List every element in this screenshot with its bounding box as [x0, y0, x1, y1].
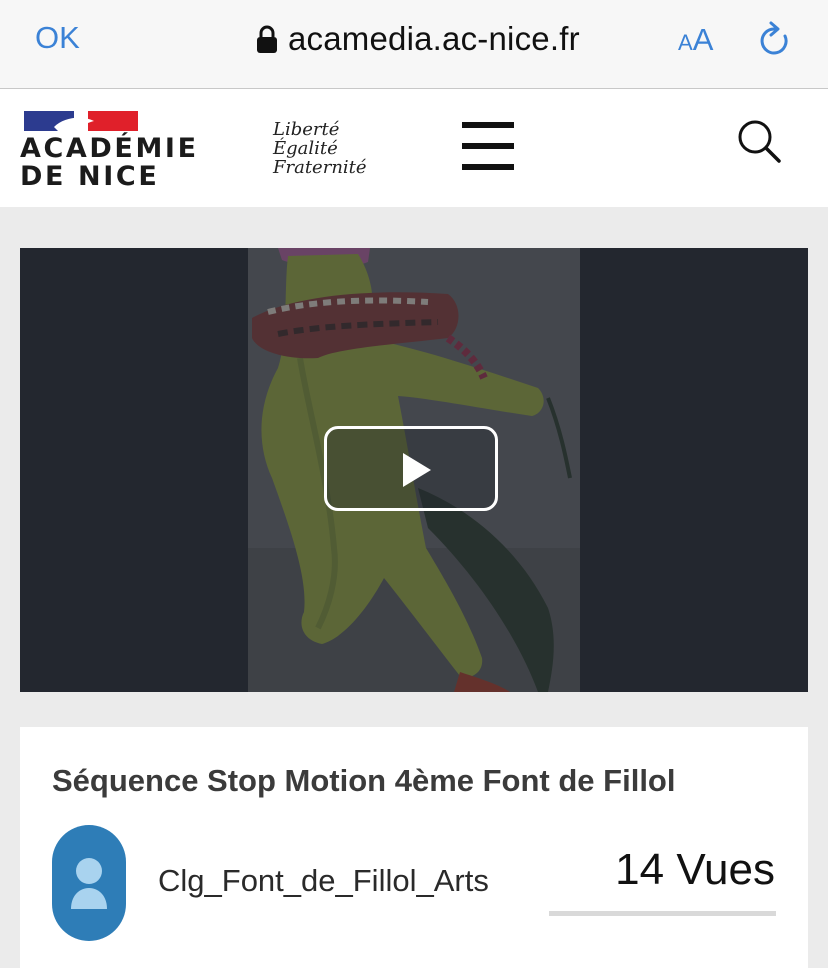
text-size-small-glyph: A	[678, 30, 693, 55]
video-player[interactable]	[20, 248, 808, 692]
text-size-large-glyph: A	[692, 22, 714, 57]
views-count: 14 Vues	[615, 845, 775, 894]
user-icon	[71, 858, 107, 909]
motto-liberte: Liberté	[273, 119, 340, 140]
motto-fraternite: Fraternité	[273, 157, 367, 178]
play-icon	[403, 453, 431, 487]
search-icon[interactable]	[735, 117, 783, 165]
media-info-card: Séquence Stop Motion 4ème Font de Fillol…	[20, 727, 808, 968]
url-text: acamedia.ac-nice.fr	[288, 20, 580, 57]
menu-bar	[462, 164, 514, 170]
play-button[interactable]	[324, 426, 498, 511]
browser-toolbar: OK acamedia.ac-nice.fr AA	[0, 0, 828, 89]
menu-icon[interactable]	[462, 122, 514, 174]
menu-bar	[462, 122, 514, 128]
text-size-button[interactable]: AA	[678, 22, 713, 58]
author-name[interactable]: Clg_Font_de_Fillol_Arts	[158, 863, 489, 899]
logo-line-1: ACADÉMIE	[20, 133, 199, 164]
views-bar	[549, 911, 776, 916]
logo-line-2: DE NICE	[20, 161, 160, 192]
done-button[interactable]: OK	[35, 20, 80, 56]
avatar[interactable]	[52, 825, 126, 941]
media-title: Séquence Stop Motion 4ème Font de Fillol	[52, 763, 676, 798]
republic-motto: Liberté Égalité Fraternité	[273, 120, 367, 177]
reload-icon[interactable]	[757, 20, 793, 60]
motto-egalite: Égalité	[273, 138, 338, 159]
lock-icon	[257, 25, 277, 53]
site-header: ACADÉMIE DE NICE Liberté Égalité Fratern…	[0, 89, 828, 207]
menu-bar	[462, 143, 514, 149]
address-bar[interactable]: acamedia.ac-nice.fr	[256, 18, 580, 60]
marianne-flag-logo[interactable]	[24, 111, 138, 131]
